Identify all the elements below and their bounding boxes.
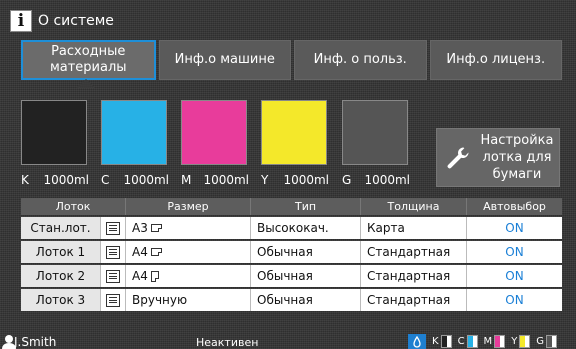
ink-level-k: K — [432, 335, 452, 348]
page-title: О системе — [38, 13, 114, 29]
auto-select-value: ON — [505, 221, 524, 235]
ink-level-code: C — [457, 336, 465, 347]
wrench-icon — [447, 147, 469, 168]
paper-size-value: A4 — [132, 269, 148, 283]
auto-select-value: ON — [505, 245, 524, 259]
paper-portrait-icon — [150, 270, 159, 282]
paper-tray-settings-label: Настройка лотка для бумаги — [480, 133, 554, 182]
info-icon: i — [10, 10, 32, 32]
paper-thickness: Карта — [361, 217, 467, 239]
paper-landscape-icon — [150, 224, 162, 232]
paper-size: A3 — [126, 217, 251, 239]
active-tab-pointer — [77, 79, 95, 88]
paper-thickness: Стандартная — [361, 289, 467, 311]
ink-level-bar — [440, 335, 452, 348]
ink-level-m: M — [484, 335, 506, 348]
auto-select-value: ON — [505, 269, 524, 283]
ink-level-code: G — [536, 336, 545, 347]
ink-m: M 1000ml — [181, 100, 249, 190]
tray-name: Лоток 1 — [21, 241, 101, 263]
ink-level-code: K — [432, 336, 439, 347]
tray-name: Стан.лот. — [21, 217, 101, 239]
ink-swatch — [342, 100, 408, 165]
paper-size-value: Вручную — [132, 293, 188, 307]
list-icon — [106, 245, 120, 259]
list-icon — [106, 221, 120, 235]
table-row[interactable]: Лоток 2 A4 Обычная Стандартная ON — [21, 265, 562, 287]
tab-consumables[interactable]: Расходные материалы — [21, 40, 156, 80]
paper-thickness: Стандартная — [361, 241, 467, 263]
table-header: Лоток Размер Тип Толщина Автовыбор — [21, 198, 562, 215]
ink-level-indicators: K C M Y G — [408, 334, 558, 349]
ink-c: C 1000ml — [101, 100, 169, 190]
ink-k: K 1000ml — [21, 100, 89, 190]
paper-size: A4 — [126, 241, 251, 263]
header-auto-select: Автовыбор — [483, 200, 546, 213]
table-row[interactable]: Лоток 3 Вручную Обычная Стандартная ON — [21, 289, 562, 311]
list-icon — [106, 269, 120, 283]
ink-level-code: M — [483, 336, 493, 347]
table-row[interactable]: Лоток 1 A4 Обычная Стандартная ON — [21, 241, 562, 263]
ink-level-bar — [519, 335, 531, 348]
paper-thickness: Стандартная — [361, 265, 467, 287]
ink-level-c: C — [458, 335, 478, 348]
ink-amount: 1000ml — [43, 173, 89, 187]
header-tray: Лоток — [21, 198, 126, 215]
tray-name: Лоток 3 — [21, 289, 101, 311]
tray-name: Лоток 2 — [21, 265, 101, 287]
paper-type: Обычная — [251, 289, 361, 311]
header-type: Тип — [251, 198, 361, 215]
ink-amount: 1000ml — [123, 173, 169, 187]
machine-state: Неактивен — [196, 336, 259, 349]
paper-type: Обычная — [251, 241, 361, 263]
paper-size-value: A3 — [132, 221, 148, 235]
ink-code: Y — [261, 173, 269, 187]
ink-swatches: K 1000ml C 1000ml M 1000ml Y 1000ml G 10… — [21, 100, 421, 190]
ink-amount: 1000ml — [364, 173, 410, 187]
auto-select-value: ON — [505, 293, 524, 307]
ink-swatch — [261, 100, 327, 165]
ink-level-y: Y — [511, 335, 531, 348]
ink-drop-icon — [408, 334, 426, 349]
tray-list-button[interactable] — [101, 241, 126, 263]
list-icon — [106, 293, 120, 307]
ink-level-bar — [466, 335, 478, 348]
table-row[interactable]: Стан.лот. A3 Высококач. Карта ON — [21, 217, 562, 239]
tab-machine-info[interactable]: Инф.о машине — [158, 40, 291, 80]
ink-swatch — [21, 100, 87, 165]
ink-amount: 1000ml — [203, 173, 249, 187]
ink-code: M — [181, 173, 192, 187]
ink-swatch — [101, 100, 167, 165]
ink-code: G — [342, 173, 352, 187]
header-thickness: Толщина — [361, 198, 467, 215]
paper-size-value: A4 — [132, 245, 148, 259]
paper-size: A4 — [126, 265, 251, 287]
paper-tray-table: Лоток Размер Тип Толщина Автовыбор Стан.… — [21, 198, 562, 311]
status-bar: J.Smith Неактивен K C M Y G — [0, 334, 576, 349]
paper-type: Обычная — [251, 265, 361, 287]
tray-list-button[interactable] — [101, 289, 126, 311]
tray-list-button[interactable] — [101, 265, 126, 287]
tab-user-info[interactable]: Инф. о польз. — [294, 40, 427, 80]
tab-license-info[interactable]: Инф.о лиценз. — [429, 40, 562, 80]
tray-list-button[interactable] — [101, 217, 126, 239]
tab-bar: Расходные материалы Инф.о машине Инф. о … — [21, 40, 562, 80]
ink-y: Y 1000ml — [261, 100, 329, 190]
ink-amount: 1000ml — [283, 173, 329, 187]
paper-landscape-icon — [150, 248, 162, 256]
ink-level-bar — [546, 335, 558, 348]
paper-type: Высококач. — [251, 217, 361, 239]
user-name: J.Smith — [14, 335, 57, 349]
window-header: i О системе — [10, 9, 114, 33]
ink-level-code: Y — [511, 336, 518, 347]
ink-code: C — [101, 173, 110, 187]
ink-swatch — [181, 100, 247, 165]
header-size: Размер — [126, 198, 251, 215]
ink-level-g: G — [536, 335, 558, 348]
paper-size: Вручную — [126, 289, 251, 311]
ink-code: K — [21, 173, 29, 187]
paper-tray-settings-button[interactable]: Настройка лотка для бумаги — [436, 128, 560, 187]
ink-g: G 1000ml — [342, 100, 410, 190]
ink-level-bar — [494, 335, 506, 348]
